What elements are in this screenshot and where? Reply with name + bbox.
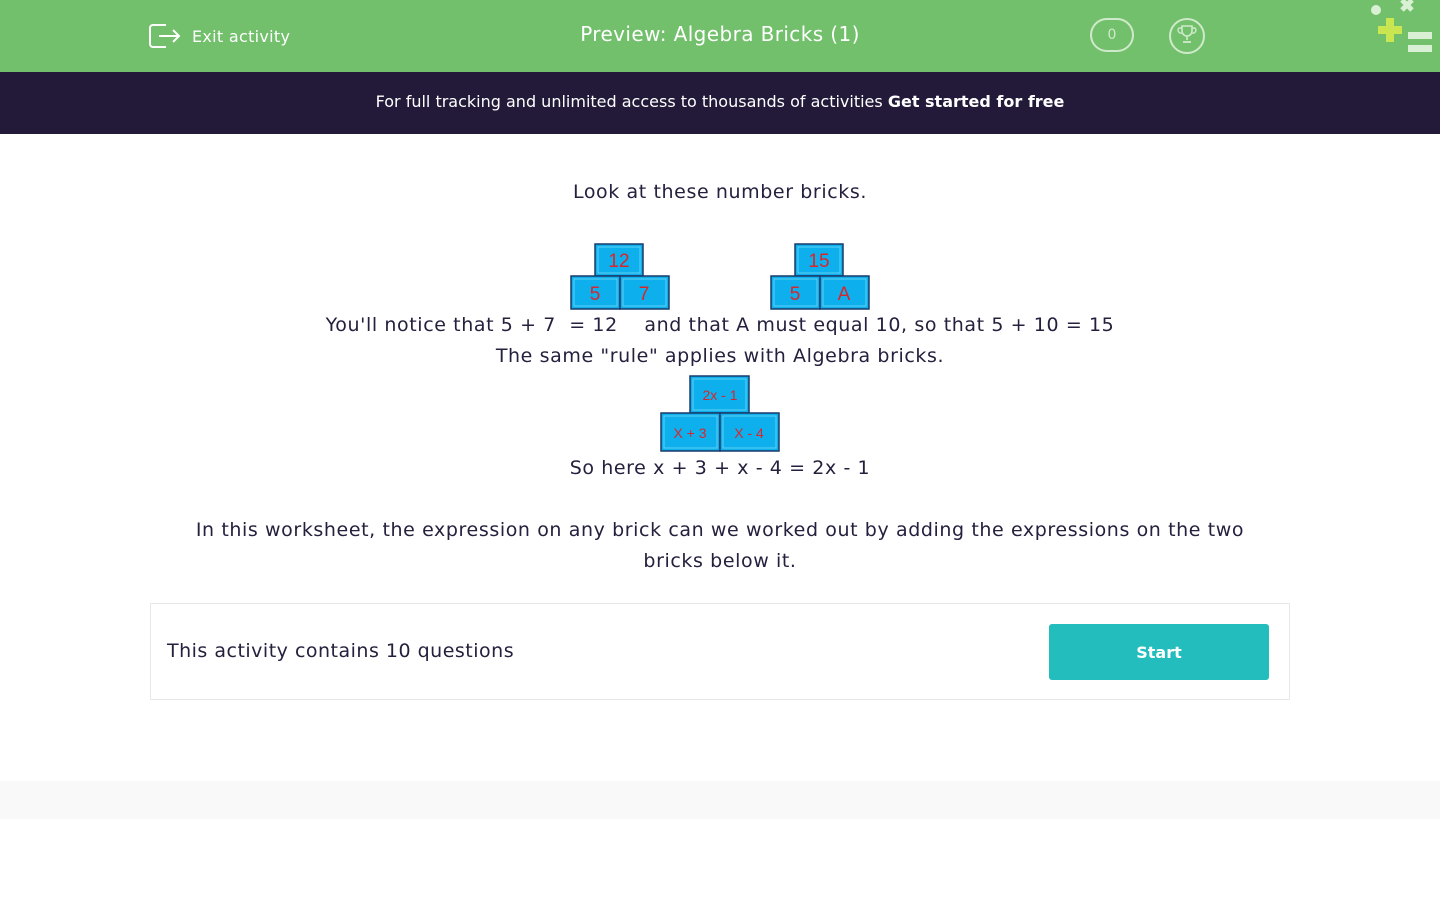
start-button[interactable]: Start [1049, 624, 1269, 680]
footer-strip [0, 781, 1440, 819]
promo-text: For full tracking and unlimited access t… [375, 92, 888, 111]
trophy-icon [1176, 23, 1198, 49]
brick-left-expression: X + 3 [673, 425, 706, 441]
brick-top-expression: 2x - 1 [702, 387, 737, 403]
worksheet-text-line-2: bricks below it. [643, 550, 797, 572]
algebra-bricks: 2x - 1 X + 3 X - 4 [660, 375, 780, 452]
brick-left-value: 5 [790, 284, 801, 305]
exit-activity-button[interactable]: Exit activity [148, 20, 290, 52]
brick-top-value: 15 [808, 251, 829, 272]
brick-left-value: 5 [590, 284, 601, 305]
rule-text: The same "rule" applies with Algebra bri… [495, 345, 945, 367]
notice-text: You'll notice that 5 + 7 = 12 and that A… [325, 314, 1115, 336]
brick-top-value: 12 [608, 251, 629, 272]
question-count: This activity contains 10 questions [167, 640, 515, 662]
exit-icon [148, 22, 182, 50]
brick-right-value: 7 [639, 284, 650, 305]
so-here-text: So here x + 3 + x - 4 = 2x - 1 [569, 457, 871, 479]
exit-label: Exit activity [192, 26, 291, 46]
intro-text: Look at these number bricks. [572, 181, 868, 203]
number-bricks-example-2: 15 5 A [770, 243, 870, 310]
number-bricks-example-1: 12 5 7 [570, 243, 670, 310]
promo-banner: For full tracking and unlimited access t… [0, 72, 1440, 134]
get-started-link[interactable]: Get started for free [888, 92, 1065, 111]
score-badge: 0 [1090, 18, 1134, 52]
brick-right-value: A [838, 284, 851, 305]
brick-right-expression: X - 4 [734, 425, 764, 441]
worksheet-text-line-1: In this worksheet, the expression on any… [195, 519, 1245, 541]
top-header: Exit activity Preview: Algebra Bricks (1… [0, 0, 1440, 72]
activity-card: This activity contains 10 questions Star… [150, 603, 1290, 700]
trophy-button[interactable] [1169, 18, 1205, 54]
brand-logo-icon [1366, 0, 1440, 60]
